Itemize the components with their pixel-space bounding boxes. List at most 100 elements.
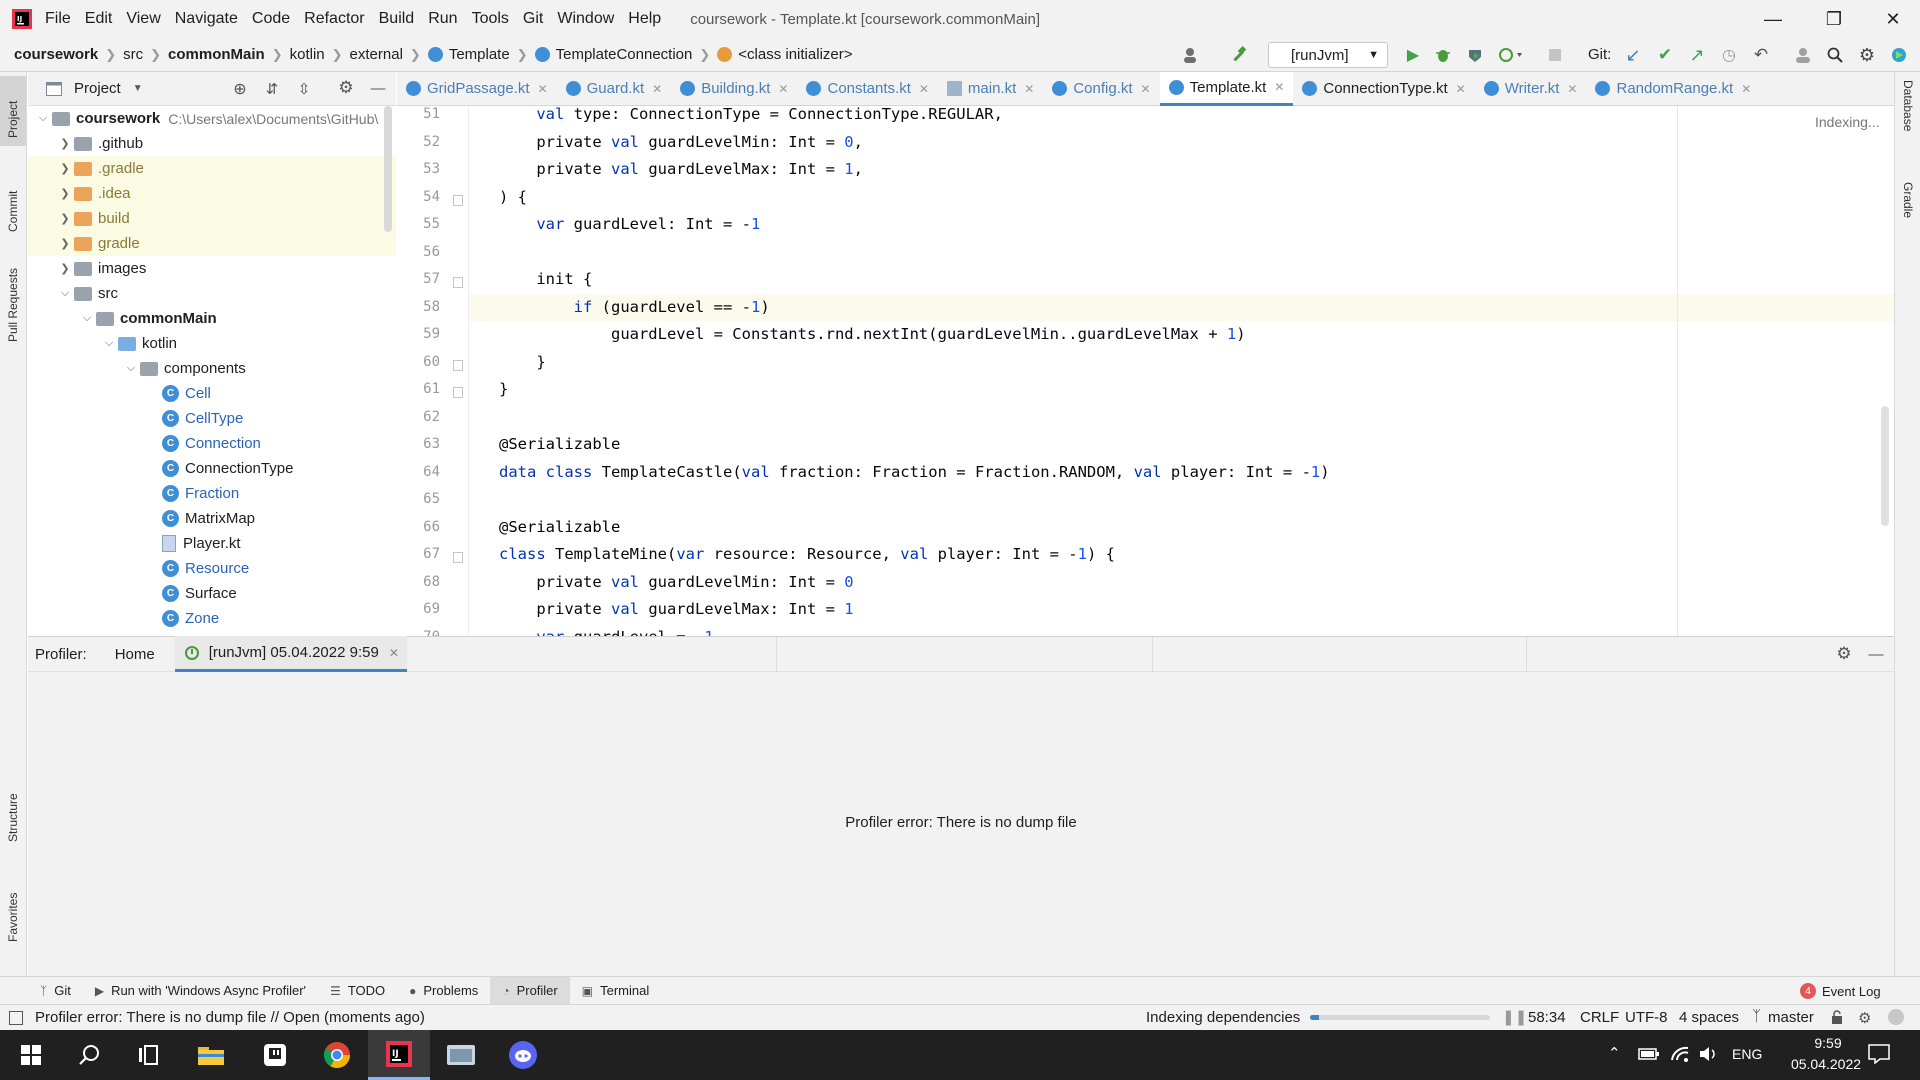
fold-marker-icon[interactable] — [453, 194, 463, 206]
inspector-icon[interactable]: ⚙ — [1858, 1009, 1871, 1027]
discord-button[interactable] — [492, 1030, 554, 1080]
fold-marker-icon[interactable] — [453, 387, 463, 398]
code-line[interactable]: var guardLevel = -1 — [469, 624, 1894, 637]
volume-icon[interactable] — [1698, 1045, 1718, 1067]
status-message[interactable]: Profiler error: There is no dump file //… — [35, 1009, 425, 1026]
input-language[interactable]: ENG — [1732, 1046, 1762, 1062]
user-icon[interactable] — [1178, 46, 1204, 64]
editor-tab[interactable]: Building.kt ✕ — [671, 72, 797, 106]
account-icon[interactable] — [1792, 45, 1814, 65]
breadcrumb-item[interactable]: commonMain — [164, 46, 269, 63]
menu-tools[interactable]: Tools — [465, 0, 516, 38]
editor-tab[interactable]: Config.kt ✕ — [1043, 72, 1159, 106]
restore-button[interactable]: ❐ — [1807, 0, 1861, 38]
stop-icon[interactable] — [1544, 45, 1566, 65]
git-update-icon[interactable]: ↙ — [1622, 45, 1644, 65]
code-line[interactable]: class TemplateMine(var resource: Resourc… — [469, 541, 1894, 569]
tree-root[interactable]: ⌵ coursework C:\Users\alex\Documents\Git… — [28, 106, 396, 131]
tool-tab-structure[interactable]: Structure — [6, 793, 20, 842]
breadcrumb-item[interactable]: src — [119, 46, 147, 63]
tree-scrollbar[interactable] — [384, 106, 392, 232]
wifi-icon[interactable] — [1670, 1045, 1690, 1067]
code-line[interactable]: @Serializable — [469, 514, 1894, 542]
tree-item[interactable]: ❯ .idea — [28, 181, 396, 206]
debug-icon[interactable] — [1432, 45, 1454, 65]
tree-item[interactable]: C Surface — [28, 581, 396, 606]
event-log-button[interactable]: 4 Event Log — [1800, 977, 1881, 1005]
tool-tab-todo[interactable]: ☰ TODO — [318, 977, 397, 1005]
project-panel-title[interactable]: Project — [74, 80, 121, 97]
tree-item[interactable]: C Resource — [28, 556, 396, 581]
editor-tab[interactable]: Guard.kt ✕ — [557, 72, 672, 106]
editor-tab[interactable]: main.kt ✕ — [938, 72, 1043, 106]
code-line[interactable]: private val guardLevelMin: Int = 0 — [469, 569, 1894, 597]
intellij-taskbar-button[interactable]: IJ — [368, 1030, 430, 1080]
tree-item[interactable]: ⌵ commonMain — [28, 306, 396, 331]
menu-code[interactable]: Code — [245, 0, 297, 38]
close-icon[interactable]: ✕ — [919, 82, 929, 96]
tree-item[interactable]: ❯ .gradle — [28, 156, 396, 181]
file-explorer-button[interactable] — [180, 1030, 242, 1080]
notifications-icon[interactable] — [1888, 1009, 1904, 1025]
menu-git[interactable]: Git — [516, 0, 550, 38]
chevron-down-icon[interactable]: ⌵ — [34, 112, 52, 125]
close-icon[interactable]: ✕ — [1456, 82, 1466, 96]
code-line[interactable]: private val guardLevelMax: Int = 1 — [469, 596, 1894, 624]
menu-navigate[interactable]: Navigate — [168, 0, 245, 38]
line-separator[interactable]: CRLF — [1580, 1009, 1619, 1026]
tree-item[interactable]: ❯ images — [28, 256, 396, 281]
file-encoding[interactable]: UTF-8 — [1625, 1009, 1668, 1026]
editor-tab[interactable]: Constants.kt ✕ — [797, 72, 937, 106]
tree-item[interactable]: Player.kt — [28, 531, 396, 556]
task-view-button[interactable] — [118, 1030, 180, 1080]
code-line[interactable]: data class TemplateCastle(val fraction: … — [469, 459, 1894, 487]
code-line[interactable]: var guardLevel: Int = -1 — [469, 211, 1894, 239]
git-commit-icon[interactable]: ✔ — [1654, 45, 1676, 65]
show-hidden-icons-icon[interactable]: ⌃ — [1608, 1044, 1621, 1062]
minimize-button[interactable]: — — [1746, 0, 1800, 38]
chevron-down-icon[interactable]: ⌵ — [56, 287, 74, 300]
tool-tab-project[interactable]: Project — [6, 101, 20, 138]
battery-icon[interactable] — [1638, 1047, 1660, 1065]
app-window-button[interactable] — [430, 1030, 492, 1080]
tree-item[interactable]: ⌵ src — [28, 281, 396, 306]
breadcrumb-item[interactable]: kotlin — [286, 46, 329, 63]
run-icon[interactable]: ▶ — [1402, 45, 1424, 65]
hide-panel-icon[interactable]: — — [368, 79, 388, 97]
indent-setting[interactable]: 4 spaces — [1679, 1009, 1739, 1026]
editor-tab[interactable]: Writer.kt ✕ — [1475, 72, 1587, 106]
code-line[interactable]: if (guardLevel == -1) — [469, 293, 1894, 321]
fold-marker-icon[interactable] — [453, 277, 463, 288]
chevron-right-icon[interactable]: ❯ — [56, 212, 74, 225]
tool-tab-profiler[interactable]: ◔ Profiler — [490, 976, 570, 1005]
search-taskbar-button[interactable] — [58, 1030, 120, 1080]
code-line[interactable]: } — [469, 349, 1894, 377]
tool-tab-run[interactable]: ▶ Run with 'Windows Async Profiler' — [83, 977, 318, 1005]
code-line[interactable] — [469, 404, 1894, 432]
editor-tab[interactable]: GridPassage.kt ✕ — [397, 72, 557, 106]
chevron-right-icon[interactable]: ❯ — [56, 162, 74, 175]
menu-window[interactable]: Window — [550, 0, 621, 38]
intellij-logo-icon[interactable]: IJ — [6, 0, 38, 38]
profile-run-icon[interactable] — [1494, 45, 1528, 65]
tree-item[interactable]: ⌵ components — [28, 356, 396, 381]
tree-item[interactable]: ⌵ kotlin — [28, 331, 396, 356]
menu-help[interactable]: Help — [621, 0, 668, 38]
close-icon[interactable]: ✕ — [538, 82, 548, 96]
jetbrains-toolbox-icon[interactable] — [1888, 45, 1910, 65]
profiler-home-tab[interactable]: Home — [115, 646, 155, 663]
tree-item[interactable]: C Fraction — [28, 481, 396, 506]
chevron-down-icon[interactable]: ⌵ — [78, 312, 96, 325]
breadcrumb-item[interactable]: <class initializer> — [713, 46, 856, 63]
tree-item[interactable]: C ConnectionType — [28, 456, 396, 481]
menu-run[interactable]: Run — [421, 0, 464, 38]
close-icon[interactable]: ✕ — [1024, 82, 1034, 96]
git-push-icon[interactable]: ↗ — [1686, 45, 1708, 65]
breadcrumb-item[interactable]: external — [346, 46, 407, 63]
tree-item[interactable]: ❯ build — [28, 206, 396, 231]
fold-marker-icon[interactable] — [453, 552, 463, 563]
editor-tab[interactable]: ConnectionType.kt ✕ — [1293, 72, 1474, 106]
tool-tab-database[interactable]: Database — [1901, 80, 1915, 131]
chrome-button[interactable] — [306, 1030, 368, 1080]
collapse-all-icon[interactable]: ⇳ — [294, 80, 314, 98]
